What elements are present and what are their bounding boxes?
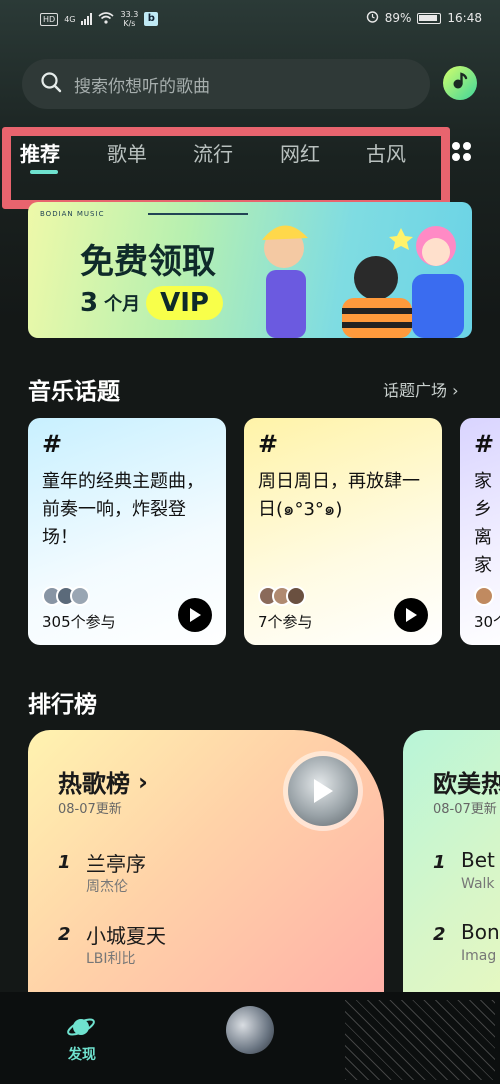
chart-cover-play-button[interactable] [283,751,363,831]
topic-card[interactable]: # 周日周日，再放肆一日(๑°3°๑) 7个参与 [244,418,442,645]
chart-name: 欧美热 [433,770,500,798]
song-title: Bet [461,848,495,872]
wifi-icon [98,11,115,27]
chevron-right-icon: › [138,767,148,796]
hd-indicator: HD [40,12,59,26]
battery-icon [417,12,442,24]
chart-updated: 08-07更新 [433,802,497,817]
network-type: 4G [64,14,76,24]
play-button[interactable] [178,598,212,632]
search-bar[interactable]: 搜索你想听的歌曲 [22,59,430,109]
planet-icon [67,1018,95,1036]
artist-name: Walk [461,876,495,892]
music-app: HD 4G 33.3 K/s b 89% 16:48 搜索你想听的歌曲 推荐 歌… [0,0,500,1084]
vip-promo-banner[interactable]: BODIAN MUSIC 免费领取 3 个月 VIP [28,202,472,338]
participant-count: 7个参与 [258,613,313,631]
chart-name: 热歌榜 [58,770,130,798]
banner-headline: 免费领取 [80,242,216,282]
participant-avatars [474,586,494,606]
banner-months-unit: 个月 [104,294,141,315]
chart-updated: 08-07更新 [58,802,122,817]
search-placeholder: 搜索你想听的歌曲 [74,76,210,97]
banner-months-number: 3 [80,288,99,318]
participant-count: 305个参与 [42,613,116,631]
music-note-icon [450,71,470,95]
song-title: 兰亭序 [86,852,146,876]
topic-square-label: 话题广场 [383,381,448,400]
chart-title[interactable]: 欧美热 [433,764,500,799]
app-notification-icon: b [144,12,159,26]
rank-number: 1 [433,852,446,873]
song-title: Bon [461,920,500,944]
participant-avatars [42,586,90,606]
rank-number: 1 [58,852,71,873]
nav-discover-label[interactable]: 发现 [68,1044,96,1064]
banner-divider [148,213,248,215]
artist-name: 周杰伦 [86,879,128,895]
topics-section-title: 音乐话题 [28,379,120,405]
topic-card[interactable]: # 家乡离家 30个 [460,418,500,645]
rank-number: 2 [58,924,71,945]
play-button[interactable] [394,598,428,632]
topic-square-link[interactable]: 话题广场 › [383,377,459,401]
now-playing-avatar[interactable] [226,1006,274,1054]
play-icon [190,608,201,622]
play-icon [406,608,417,622]
chart-title[interactable]: 热歌榜 › [58,764,148,799]
watermark [345,1000,495,1080]
song-title: 小城夏天 [86,924,166,948]
status-bar: HD 4G 33.3 K/s b 89% 16:48 [0,0,500,40]
search-icon [40,71,62,97]
banner-offer: 3 个月 VIP [80,286,223,320]
topic-hash-icon: # [474,430,495,458]
topic-text: 周日周日，再放肆一日(๑°3°๑) [258,471,420,520]
play-icon [314,779,333,803]
participant-avatars [258,586,306,606]
chart-cover-art [288,756,358,826]
artist-name: LBI利比 [86,951,136,967]
category-grid-icon[interactable] [451,141,473,163]
charts-section-title: 排行榜 [28,692,97,718]
network-speed: 33.3 K/s [120,10,139,28]
alarm-icon [366,10,379,26]
rank-number: 2 [433,924,446,945]
topic-card[interactable]: # 童年的经典主题曲，前奏一响，炸裂登场！ 305个参与 [28,418,226,645]
artist-name: Imag [461,948,497,964]
banner-illustration [262,225,464,338]
topic-hash-icon: # [42,430,63,458]
clock: 16:48 [447,11,482,25]
signal-icon [81,13,93,25]
banner-vip-badge: VIP [146,286,223,320]
chart-card-western[interactable]: 欧美热 08-07更新 1 Bet Walk 2 Bon Imag [403,730,500,1000]
annotation-highlight-box [2,127,450,209]
music-note-button[interactable] [443,66,477,100]
topic-hash-icon: # [258,430,279,458]
topic-text: 童年的经典主题曲，前奏一响，炸裂登场！ [42,471,204,548]
banner-brand: BODIAN MUSIC [40,210,105,218]
topic-text: 家乡离家 [474,471,492,576]
participant-count: 30个 [474,613,500,631]
battery-percent: 89% [384,11,412,25]
